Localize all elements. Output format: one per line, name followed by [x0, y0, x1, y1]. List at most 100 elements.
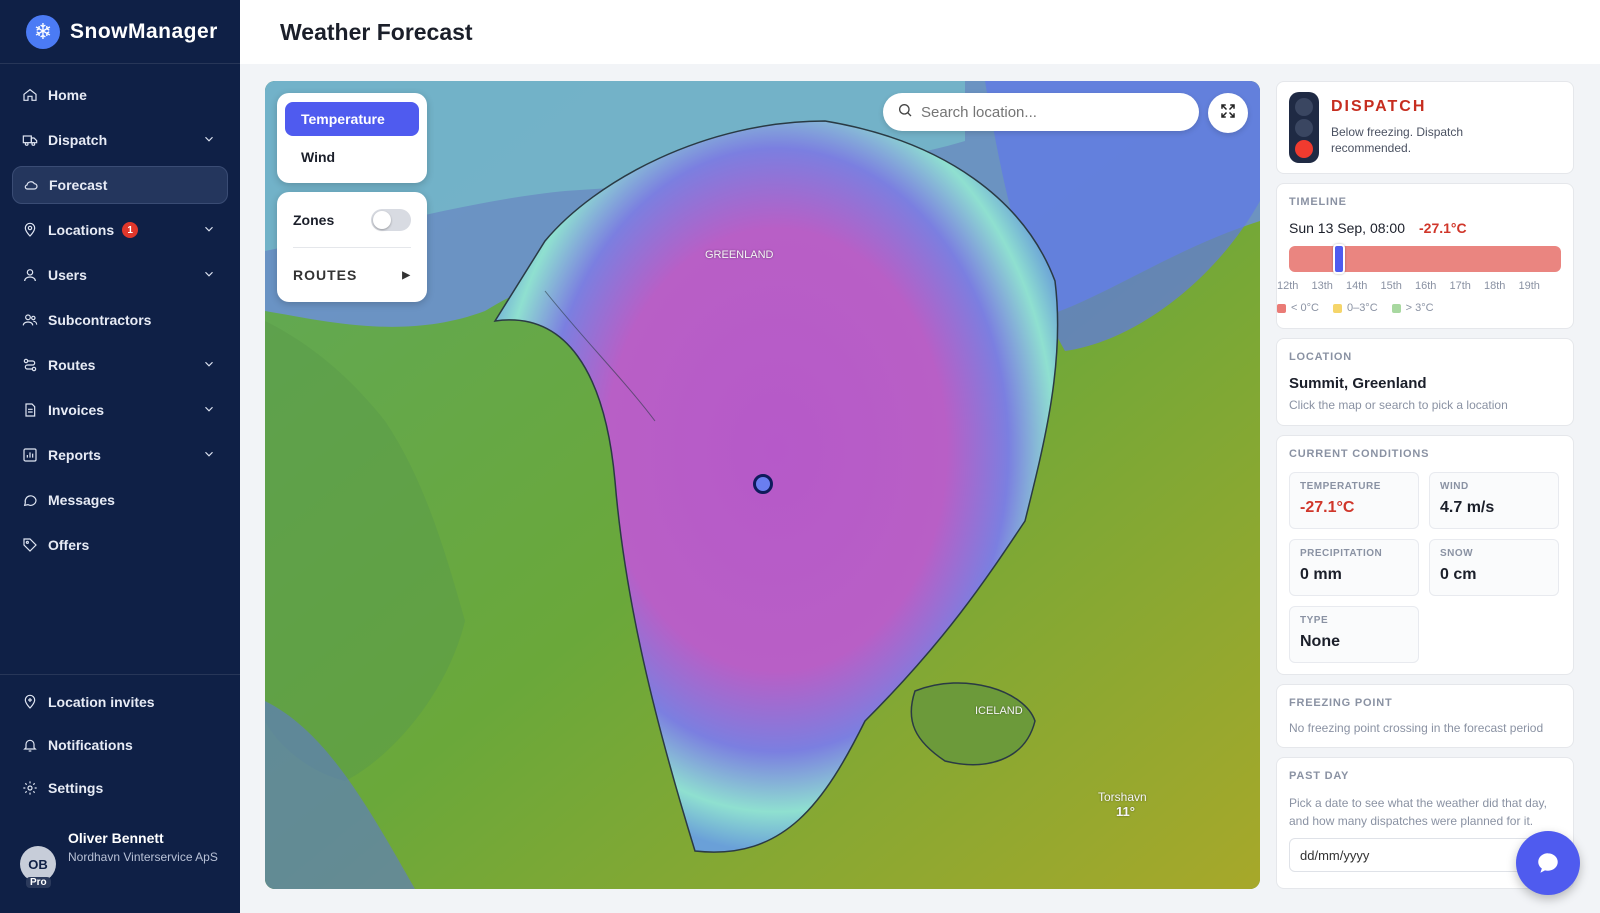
sidebar-item-subcontractors[interactable]: Subcontractors — [12, 301, 228, 339]
sidebar-item-label: Notifications — [48, 737, 133, 753]
snowflake-icon: ❄ — [26, 14, 60, 49]
user-profile[interactable]: OB Pro Oliver Bennett Nordhavn Vinterser… — [20, 830, 218, 888]
page-header: Weather Forecast — [240, 0, 1600, 64]
timeline-day: 19th — [1518, 280, 1540, 292]
search-icon — [897, 102, 913, 123]
home-icon — [22, 87, 38, 103]
fullscreen-button[interactable] — [1208, 93, 1248, 133]
chevron-down-icon[interactable] — [202, 357, 216, 371]
chevron-down-icon[interactable] — [202, 402, 216, 416]
timeline-title: TIMELINE — [1289, 196, 1347, 208]
temperature-tile: TEMPERATURE -27.1°C — [1289, 472, 1419, 529]
legend-item: < 0°C — [1277, 302, 1319, 314]
bell-icon — [22, 737, 38, 753]
routes-row[interactable]: ROUTES ▶ — [293, 248, 411, 302]
sidebar-item-label: Invoices — [48, 402, 105, 418]
type-tile: TYPE None — [1289, 606, 1419, 663]
cloud-icon — [23, 177, 39, 193]
sidebar-item-users[interactable]: Users — [12, 256, 228, 294]
main-nav: Home Dispatch Forecast Locations 1 Users… — [0, 64, 240, 564]
avatar-initials: OB — [28, 856, 48, 872]
timeline-day: 14th — [1346, 280, 1368, 292]
location-hint: Click the map or search to pick a locati… — [1289, 398, 1508, 412]
timeline-slider[interactable] — [1289, 244, 1561, 274]
wind-label: WIND — [1440, 481, 1469, 492]
file-icon — [22, 402, 38, 418]
sidebar-item-locations[interactable]: Locations 1 — [12, 211, 228, 249]
sidebar-item-label: Offers — [48, 537, 90, 553]
chat-button[interactable] — [1516, 831, 1580, 895]
past-day-title: PAST DAY — [1289, 770, 1350, 782]
precipitation-tile: PRECIPITATION 0 mm — [1289, 539, 1419, 596]
timeline-days: 12th 13th 14th 15th 16th 17th 18th 19th — [1277, 280, 1540, 292]
user-name: Oliver Bennett — [68, 830, 164, 846]
sidebar-item-label: Dispatch — [48, 132, 108, 148]
chevron-down-icon[interactable] — [202, 447, 216, 461]
brand-name: SnowManager — [70, 19, 218, 43]
sidebar-item-offers[interactable]: Offers — [12, 526, 228, 564]
users-icon — [22, 312, 38, 328]
map-label-greenland: GREENLAND — [705, 249, 774, 261]
timeline-handle[interactable] — [1333, 244, 1345, 274]
tag-icon — [22, 537, 38, 553]
timeline-legend: < 0°C 0–3°C > 3°C — [1277, 302, 1561, 314]
message-icon — [22, 492, 38, 508]
location-search[interactable] — [883, 93, 1199, 131]
layer-temperature-button[interactable]: Temperature — [285, 102, 419, 136]
snow-label: SNOW — [1440, 548, 1474, 559]
sidebar-item-home[interactable]: Home — [12, 76, 228, 114]
timeline-day: 13th — [1311, 280, 1333, 292]
timeline-temp: -27.1°C — [1419, 220, 1467, 236]
precipitation-value: 0 mm — [1300, 566, 1342, 583]
timeline-datetime: Sun 13 Sep, 08:00 — [1289, 220, 1405, 236]
brand[interactable]: ❄ SnowManager — [0, 0, 240, 64]
map-label-iceland: ICELAND — [975, 705, 1023, 717]
zones-row: Zones — [293, 192, 411, 248]
dispatch-description: Below freezing. Dispatch recommended. — [1331, 125, 1464, 155]
sidebar-item-label: Settings — [48, 780, 104, 796]
sidebar-item-forecast[interactable]: Forecast — [12, 166, 228, 204]
forecast-sidebar: DISPATCH Below freezing. Dispatch recomm… — [1276, 81, 1574, 898]
bottom-nav: Location invites Notifications Settings — [0, 674, 240, 812]
zones-toggle[interactable] — [371, 208, 411, 231]
sidebar-item-messages[interactable]: Messages — [12, 481, 228, 519]
sidebar-item-label: Messages — [48, 492, 115, 508]
chart-icon — [22, 447, 38, 463]
search-input[interactable] — [921, 103, 1171, 121]
timeline-card: TIMELINE Sun 13 Sep, 08:00 -27.1°C 12th … — [1276, 183, 1574, 329]
layer-switcher: Temperature Wind — [277, 93, 427, 183]
caret-right-icon: ▶ — [402, 269, 411, 281]
sidebar-item-location-invites[interactable]: Location invites — [12, 683, 228, 721]
chevron-down-icon[interactable] — [202, 267, 216, 281]
sidebar-item-label: Reports — [48, 447, 101, 463]
sidebar-item-settings[interactable]: Settings — [12, 769, 228, 807]
user-icon — [22, 267, 38, 283]
temperature-value: -27.1°C — [1300, 499, 1355, 516]
sidebar-item-reports[interactable]: Reports — [12, 436, 228, 474]
sidebar-item-label: Locations — [48, 222, 115, 238]
sidebar-item-label: Location invites — [48, 694, 155, 710]
chevron-down-icon[interactable] — [202, 222, 216, 236]
dispatch-card: DISPATCH Below freezing. Dispatch recomm… — [1276, 81, 1574, 174]
legend-item: 0–3°C — [1332, 302, 1378, 314]
sidebar-item-invoices[interactable]: Invoices — [12, 391, 228, 429]
layer-wind-button[interactable]: Wind — [285, 140, 419, 174]
sidebar-item-routes[interactable]: Routes — [12, 346, 228, 384]
sidebar-item-label: Routes — [48, 357, 96, 373]
location-title: LOCATION — [1289, 351, 1353, 363]
expand-icon — [1219, 102, 1237, 125]
precipitation-label: PRECIPITATION — [1300, 548, 1383, 559]
sidebar-item-notifications[interactable]: Notifications — [12, 726, 228, 764]
locations-badge: 1 — [122, 222, 139, 238]
legend-item: > 3°C — [1391, 302, 1434, 314]
routes-label: ROUTES — [293, 267, 358, 283]
sidebar-item-dispatch[interactable]: Dispatch — [12, 121, 228, 159]
conditions-card: CURRENT CONDITIONS TEMPERATURE -27.1°C W… — [1276, 435, 1574, 675]
freezing-title: FREEZING POINT — [1289, 697, 1393, 709]
freezing-point-card: FREEZING POINT No freezing point crossin… — [1276, 684, 1574, 748]
timeline-day: 16th — [1415, 280, 1437, 292]
plan-badge: Pro — [26, 877, 51, 888]
forecast-map[interactable]: GREENLAND ICELAND Torshavn 11° Temperatu… — [265, 81, 1260, 889]
location-marker[interactable] — [753, 474, 773, 494]
chevron-down-icon[interactable] — [202, 132, 216, 146]
